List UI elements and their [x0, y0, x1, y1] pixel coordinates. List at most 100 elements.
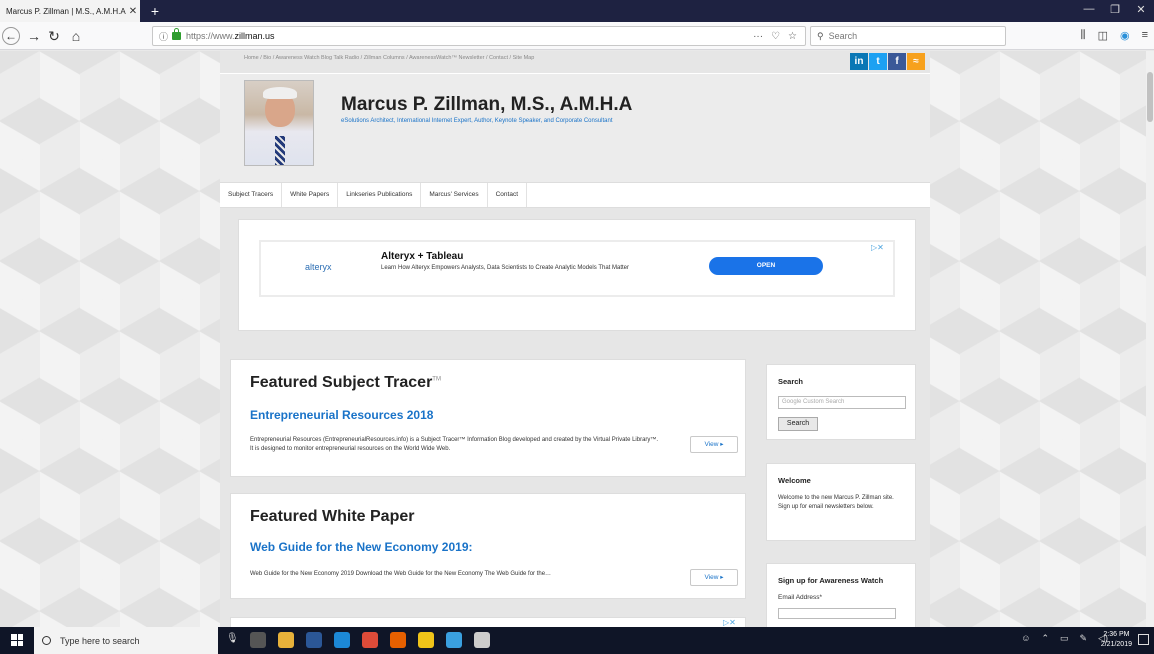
trademark-mark: TM: [432, 376, 441, 383]
ad-open-button[interactable]: OPEN: [709, 257, 823, 275]
back-icon[interactable]: ←: [2, 27, 20, 45]
utility-nav[interactable]: Home / Bio / Awareness Watch Blog Talk R…: [244, 55, 534, 61]
view-paper-button[interactable]: View ▸: [690, 569, 738, 586]
bookmark-star-icon[interactable]: ☆: [788, 31, 797, 42]
signup-title: Sign up for Awareness Watch: [778, 576, 884, 585]
home-icon[interactable]: ⌂: [66, 26, 86, 46]
ad-title[interactable]: Alteryx + Tableau: [381, 251, 463, 262]
url-host: zillman.us: [234, 31, 275, 41]
info-icon[interactable]: ⓘ: [159, 30, 168, 43]
library-icon[interactable]: ⫼: [1081, 29, 1086, 42]
twitter-icon[interactable]: t: [869, 53, 887, 70]
ad-text: Learn How Alteryx Empowers Analysts, Dat…: [381, 265, 629, 271]
welcome-text: Welcome to the new Marcus P. Zillman sit…: [778, 495, 894, 510]
clock-date: 2/21/2019: [1100, 641, 1132, 648]
taskbar: Type here to search 🎙 ☺ ⌃ ▭ ✎ ◁) 2:36 PM…: [0, 627, 1154, 654]
featured-white-paper-card: Featured White Paper Web Guide for the N…: [230, 493, 746, 599]
taskbar-clock[interactable]: 2:36 PM 2/21/2019: [1101, 630, 1132, 650]
restore-icon[interactable]: ❐: [1104, 3, 1126, 16]
app-icon[interactable]: [446, 632, 462, 648]
welcome-widget: Welcome Welcome to the new Marcus P. Zil…: [766, 463, 916, 541]
featured-subject-tracer-card: Featured Subject TracerTM Entrepreneuria…: [230, 359, 746, 477]
network-icon[interactable]: ▭: [1060, 633, 1069, 644]
site-title[interactable]: Marcus P. Zillman, M.S., A.M.H.A: [341, 94, 632, 116]
firefox-icon[interactable]: [390, 632, 406, 648]
page-scrollbar[interactable]: [1146, 51, 1154, 627]
nav-item-contact[interactable]: Contact: [488, 183, 528, 207]
rss-icon[interactable]: ≈: [907, 53, 925, 70]
browser-title-bar: Marcus P. Zillman | M.S., A.M.H.A. ✕ + —…: [0, 0, 1154, 22]
pen-icon[interactable]: ✎: [1080, 633, 1088, 644]
nav-item-marcus-services[interactable]: Marcus' Services: [421, 183, 488, 207]
sidebar-icon[interactable]: ◫: [1098, 29, 1108, 42]
signup-widget: Sign up for Awareness Watch Email Addres…: [766, 563, 916, 627]
ad-choices-icon[interactable]: ▷✕: [871, 243, 884, 252]
portrait-photo: [244, 80, 314, 166]
microphone-icon[interactable]: 🎙: [226, 633, 239, 644]
email-field[interactable]: [778, 608, 896, 619]
notifications-icon[interactable]: [1138, 634, 1149, 645]
taskbar-search-placeholder: Type here to search: [60, 635, 140, 646]
search-icon: ⚲: [817, 30, 824, 41]
featured-paper-description: Web Guide for the New Economy 2019 Downl…: [250, 571, 552, 577]
nav-item-subject-tracers[interactable]: Subject Tracers: [220, 183, 283, 207]
main-nav: Subject Tracers White Papers Linkseries …: [220, 182, 930, 208]
url-prefix: https://www.: [186, 31, 235, 41]
ad-banner[interactable]: alteryx Alteryx + Tableau Learn How Alte…: [259, 240, 895, 297]
bottom-ad-card: ▷✕: [230, 617, 746, 627]
browser-search-placeholder: Search: [828, 31, 858, 41]
address-bar[interactable]: ⓘ https://www. zillman.us ··· ♡ ☆: [152, 26, 806, 46]
edge-icon[interactable]: [334, 632, 350, 648]
scrollbar-thumb[interactable]: [1147, 72, 1153, 122]
minimize-icon[interactable]: —: [1078, 3, 1100, 15]
featured-paper-title[interactable]: Web Guide for the New Economy 2019:: [250, 540, 473, 554]
chrome-icon[interactable]: [362, 632, 378, 648]
lock-icon: [172, 28, 182, 40]
people-icon[interactable]: ☺: [1021, 633, 1030, 644]
system-tray: ☺ ⌃ ▭ ✎ ◁): [1021, 633, 1108, 644]
view-tracer-button[interactable]: View ▸: [690, 436, 738, 453]
file-explorer-icon[interactable]: [278, 632, 294, 648]
site-search-input[interactable]: Google Custom Search: [778, 396, 906, 409]
forward-icon[interactable]: →: [24, 26, 44, 46]
cortana-icon: [42, 636, 51, 645]
browser-toolbar: ← → ↻ ⌂ ⓘ https://www. zillman.us ··· ♡ ☆…: [0, 22, 1154, 50]
store-icon[interactable]: [418, 632, 434, 648]
facebook-icon[interactable]: f: [888, 53, 906, 70]
word-icon[interactable]: [306, 632, 322, 648]
menu-icon[interactable]: ≡: [1142, 29, 1148, 42]
featured-tracer-title[interactable]: Entrepreneurial Resources 2018: [250, 408, 433, 422]
taskbar-search[interactable]: Type here to search: [34, 627, 218, 654]
welcome-title: Welcome: [778, 476, 811, 485]
tab-close-icon[interactable]: ✕: [126, 6, 140, 17]
ad-choices-icon[interactable]: ▷✕: [723, 618, 736, 627]
site-header: Marcus P. Zillman, M.S., A.M.H.A eSoluti…: [220, 73, 930, 182]
photos-icon[interactable]: [474, 632, 490, 648]
featured-paper-heading: Featured White Paper: [250, 508, 415, 525]
pocket-icon[interactable]: ♡: [771, 31, 780, 42]
site-search-button[interactable]: Search: [778, 417, 818, 431]
featured-tracer-heading: Featured Subject TracerTM: [250, 374, 441, 391]
reload-icon[interactable]: ↻: [44, 26, 64, 46]
nav-item-white-papers[interactable]: White Papers: [282, 183, 339, 207]
nav-item-linkseries-publications[interactable]: Linkseries Publications: [338, 183, 422, 207]
tray-chevron-icon[interactable]: ⌃: [1041, 633, 1049, 644]
page-actions-icon[interactable]: ···: [753, 31, 763, 42]
tab-title: Marcus P. Zillman | M.S., A.M.H.A.: [6, 6, 126, 16]
task-view-icon[interactable]: [250, 632, 266, 648]
search-widget-title: Search: [778, 377, 804, 386]
social-links: in t f ≈: [850, 53, 925, 70]
ad-logo[interactable]: alteryx: [305, 262, 332, 272]
new-tab-button[interactable]: +: [146, 2, 164, 20]
ad-container: alteryx Alteryx + Tableau Learn How Alte…: [238, 219, 916, 331]
browser-tab[interactable]: Marcus P. Zillman | M.S., A.M.H.A. ✕: [0, 0, 140, 22]
close-window-icon[interactable]: ✕: [1130, 3, 1152, 16]
page-viewport: Home / Bio / Awareness Watch Blog Talk R…: [0, 51, 1146, 627]
search-widget: Search Google Custom Search Search: [766, 364, 916, 440]
linkedin-icon[interactable]: in: [850, 53, 868, 70]
email-label: Email Address*: [778, 594, 823, 601]
featured-tracer-description: Entrepreneurial Resources (Entrepreneuri…: [250, 437, 659, 452]
windows-start-icon[interactable]: [11, 634, 23, 646]
browser-search-box[interactable]: ⚲ Search: [810, 26, 1006, 46]
account-icon[interactable]: ◉: [1120, 29, 1130, 42]
